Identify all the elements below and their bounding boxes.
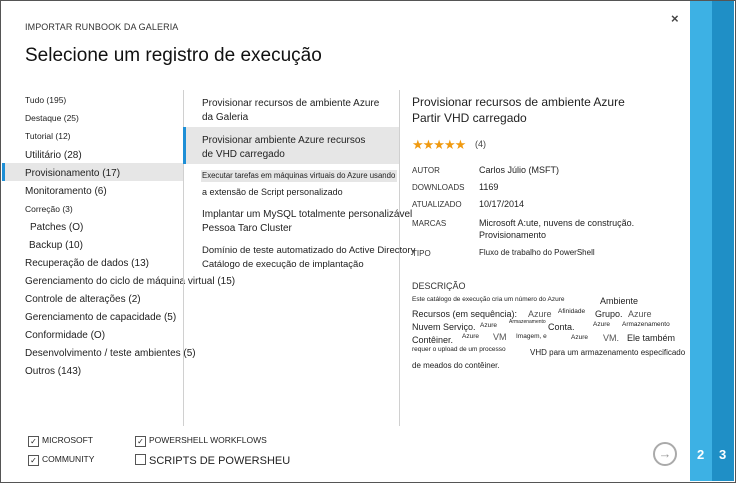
runbook-item-line2: de VHD carregado [202,149,285,160]
category-item-remediation[interactable]: Correção (3) [25,204,73,214]
filter-scripts-checkbox[interactable]: SCRIPTS DE POWERSHEU [135,454,290,467]
next-arrow-icon[interactable]: → [653,442,677,466]
runbook-detail-title: Provisionar recursos de ambiente Azure P… [412,94,625,126]
runbook-detail-title-line2: Partir VHD carregado [412,111,527,125]
runbook-item-line2: da Galeria [202,112,249,123]
category-item-patches[interactable]: Patches (O) [30,222,83,233]
tags-line1: Microsoft A:ute, nuvens de construção. [479,218,635,228]
runbook-selected-indicator [183,127,186,164]
description-fragment: VHD para um armazenamento especificado [530,348,686,357]
runbook-item[interactable]: Executar tarefas em máquinas virtuais do… [202,170,395,199]
runbook-item[interactable]: Implantar um MySQL totalmente personaliz… [202,208,412,236]
filter-microsoft-checkbox[interactable]: ✓ MICROSOFT [28,435,93,447]
runbook-item-line1: Implantar um MySQL totalmente personaliz… [202,209,413,220]
category-item-utility[interactable]: Utilitário (28) [25,150,82,161]
category-item-dev-test[interactable]: Desenvolvimento / teste ambientes (5) [25,348,196,359]
category-item-capacity[interactable]: Gerenciamento de capacidade (5) [25,312,176,323]
description-fragment: Este catálogo de execução cria um número… [412,296,565,303]
updated-label: ATUALIZADO [412,200,462,209]
description-fragment: Azure [571,334,588,341]
description-label: DESCRIÇÃO [412,281,466,291]
runbook-item-line1: Domínio de teste automatizado do Active … [202,245,416,256]
runbook-item-line2: a extensão de Script personalizado [202,187,343,197]
checkbox-unchecked-icon [135,454,146,465]
category-item-backup[interactable]: Backup (10) [29,240,83,251]
description-fragment: Azure [628,309,652,319]
category-item-change-control[interactable]: Controle de alterações (2) [25,294,141,305]
rating-count: (4) [475,139,486,149]
category-item-all[interactable]: Tudo (195) [25,95,66,105]
type-value: Fluxo de trabalho do PowerShell [479,248,595,257]
wizard-step-2-panel[interactable]: 2 [690,1,712,481]
page-title: Selecione um registro de execução [25,45,322,66]
category-item-tutorial[interactable]: Tutorial (12) [25,131,71,141]
filter-community-label: COMMUNITY [42,454,95,464]
category-item-data-recovery[interactable]: Recuperação de dados (13) [25,258,149,269]
filter-powershell-workflows-label: POWERSHELL WORKFLOWS [149,435,267,445]
close-icon[interactable]: × [671,11,679,26]
description-fragment: Armazenamento [509,319,546,325]
filter-community-checkbox[interactable]: ✓ COMMUNITY [28,454,94,466]
runbook-item[interactable]: Domínio de teste automatizado do Active … [202,244,415,272]
description-fragment: Contêiner. [412,335,454,345]
description-fragment: Ele também [627,333,676,343]
filter-powershell-workflows-checkbox[interactable]: ✓ POWERSHELL WORKFLOWS [135,435,267,447]
category-item-other[interactable]: Outros (143) [25,366,81,377]
runbook-item-line1: Provisionar ambiente Azure recursos [202,135,366,146]
description-fragment: Azure [528,309,552,319]
category-selected-indicator [2,163,5,181]
description-fragment: Imagem, e [516,333,547,340]
filter-microsoft-label: MICROSOFT [42,435,93,445]
description-fragment: Conta. [548,322,575,332]
description-fragment: Ambiente [600,296,639,306]
category-item-compliance[interactable]: Conformidade (O) [25,330,105,341]
description-fragment: Afinidade [558,308,586,315]
wizard-step-3-panel[interactable]: 3 [712,1,734,481]
downloads-label: DOWNLOADS [412,183,465,192]
description-fragment: de meados do contêiner. [412,361,500,370]
wizard-step-3[interactable]: 3 [719,447,726,462]
description-fragment: Recursos (em sequência): [412,309,518,319]
runbook-item-line2: Pessoa Taro Cluster [202,223,292,234]
description-fragment: Armazenamento [622,321,670,328]
description-fragment: VM [493,332,507,342]
description-fragment: Azure [593,321,610,328]
runbook-item-line1: Executar tarefas em máquinas virtuais do… [202,171,396,180]
star-rating-icon: ★★★★★ [412,137,466,152]
description-fragment: VM. [603,333,620,343]
description-fragment: Grupo. [595,309,623,319]
checkbox-checked-icon: ✓ [135,436,146,447]
runbook-item-selected[interactable]: Provisionar ambiente Azure recursos de V… [202,134,365,162]
tags-value: Microsoft A:ute, nuvens de construção. P… [479,217,634,241]
category-item-vm-lifecycle[interactable]: Gerenciamento do ciclo de máquina virtua… [25,276,235,287]
description-fragment: Azure [462,333,479,340]
runbook-item-line1: Provisionar recursos de ambiente Azure [202,98,380,109]
tags-line2: Provisionamento [479,230,547,240]
category-item-monitoring[interactable]: Monitoramento (6) [25,186,107,197]
runbook-item-line2: Catálogo de execução de implantação [202,259,364,270]
category-item-featured[interactable]: Destaque (25) [25,113,79,123]
updated-value: 10/17/2014 [479,199,525,209]
type-label: TIPO [412,249,431,258]
dialog-subtitle: IMPORTAR RUNBOOK DA GALERIA [25,22,179,32]
author-value: Carlos Júlio (MSFT) [479,165,560,175]
filter-scripts-label: SCRIPTS DE POWERSHEU [149,455,291,467]
checkbox-checked-icon: ✓ [28,436,39,447]
checkbox-checked-icon: ✓ [28,455,39,466]
description-fragment: Nuvem Serviço. [412,322,476,332]
tags-label: MARCAS [412,219,447,228]
category-item-provisioning[interactable]: Provisionamento (17) [25,168,120,179]
runbook-item[interactable]: Provisionar recursos de ambiente Azure d… [202,97,379,125]
import-runbook-dialog: IMPORTAR RUNBOOK DA GALERIA Selecione um… [1,1,689,482]
description-fragment: Azure [480,322,497,329]
downloads-value: 1169 [479,182,499,192]
runbook-detail-title-line1: Provisionar recursos de ambiente Azure [412,95,625,109]
wizard-step-2[interactable]: 2 [697,447,704,462]
description-fragment: requer o upload de um processo [412,346,506,353]
author-label: AUTOR [412,166,440,175]
